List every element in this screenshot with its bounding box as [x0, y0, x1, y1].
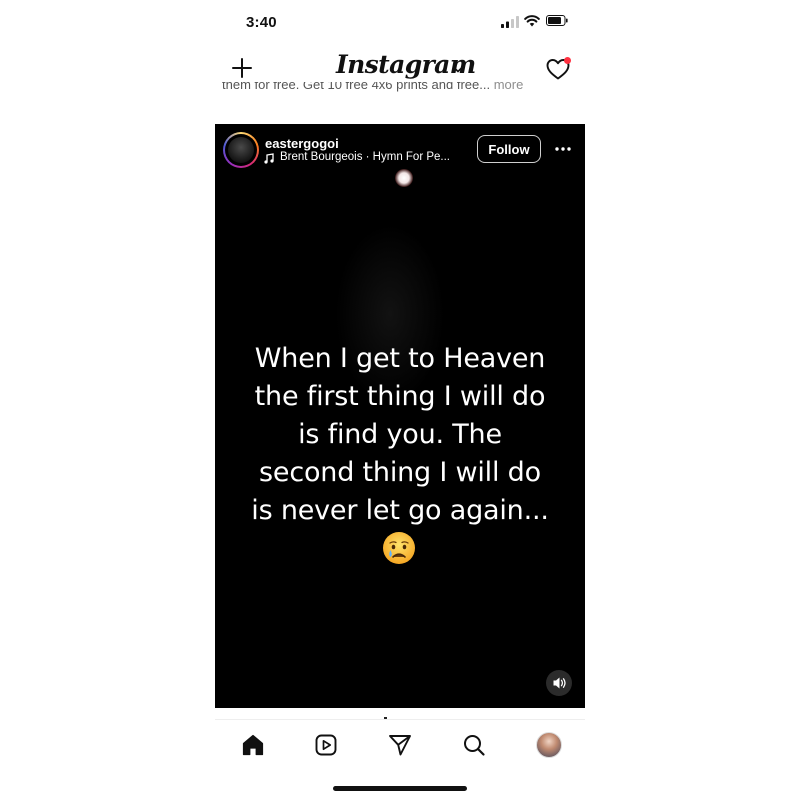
- quote-line: is find you. The: [298, 419, 502, 450]
- volume-button[interactable]: [546, 670, 572, 696]
- quote-line: When I get to Heaven: [254, 343, 546, 374]
- light-glow: [395, 169, 413, 187]
- quote-line: the first thing I will do: [254, 381, 546, 412]
- crying-face-emoji-icon: [383, 532, 415, 564]
- carousel-indicator: [384, 717, 387, 719]
- author-avatar[interactable]: [223, 132, 259, 168]
- post-quote-text: When I get to Heaven the first thing I w…: [235, 340, 565, 530]
- home-icon[interactable]: [240, 732, 266, 758]
- chevron-down-icon[interactable]: [453, 66, 463, 73]
- speaker-icon: [553, 677, 566, 689]
- follow-button[interactable]: Follow: [477, 135, 541, 163]
- search-icon[interactable]: [461, 732, 487, 758]
- audio-track[interactable]: Brent Bourgeois · Hymn For Pe...: [280, 151, 450, 163]
- feed-divider: [215, 719, 585, 720]
- reels-icon[interactable]: [313, 732, 339, 758]
- caption-more-link[interactable]: more: [494, 82, 524, 92]
- more-options-icon[interactable]: [553, 139, 573, 159]
- instagram-logo[interactable]: Instagram: [336, 50, 476, 79]
- quote-line: is never let go again...: [251, 495, 549, 526]
- home-indicator[interactable]: [333, 786, 467, 791]
- profile-avatar[interactable]: [536, 732, 562, 758]
- wifi-icon: [524, 15, 540, 27]
- post-media[interactable]: eastergogoi Brent Bourgeois · Hymn For P…: [215, 124, 585, 708]
- status-time: 3:40: [246, 14, 277, 31]
- cellular-signal-icon: [501, 16, 519, 28]
- create-post-icon[interactable]: [229, 55, 255, 81]
- author-username[interactable]: eastergogoi: [265, 136, 339, 151]
- caption-text: them for free. Get 10 free 4x6 prints an…: [222, 82, 491, 92]
- previous-caption-cutoff: them for free. Get 10 free 4x6 prints an…: [222, 82, 582, 94]
- avatar-image: [228, 137, 254, 163]
- battery-icon: [546, 15, 568, 26]
- direct-message-icon[interactable]: [387, 732, 413, 758]
- music-note-icon: [264, 153, 274, 164]
- notification-dot: [564, 57, 571, 64]
- quote-line: second thing I will do: [259, 457, 541, 488]
